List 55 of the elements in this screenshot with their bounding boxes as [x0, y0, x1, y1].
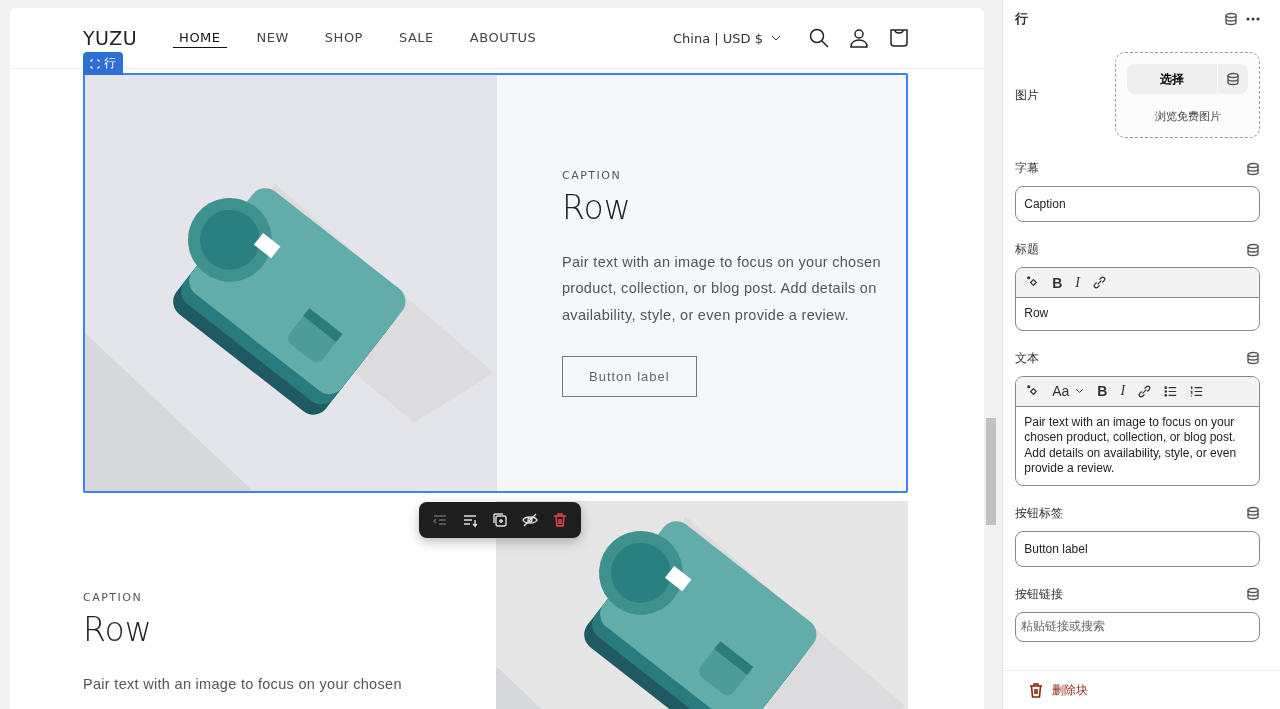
input-field[interactable]: Button label [1015, 530, 1260, 567]
database-icon[interactable] [1226, 72, 1240, 86]
user-icon[interactable] [849, 28, 869, 48]
caption-text: CAPTION [83, 591, 144, 604]
chevron-icon [771, 35, 781, 41]
field-label: 按钮标签 [1015, 504, 1064, 522]
button-label-button[interactable]: Button label [562, 356, 697, 398]
row-heading: Row [562, 187, 632, 227]
link-icon[interactable] [1091, 274, 1108, 291]
nav-link[interactable]: HOME [173, 28, 227, 48]
selection-label: 行 [104, 55, 116, 72]
database-icon[interactable] [1246, 161, 1260, 176]
field-label: 标题 [1015, 241, 1040, 258]
browse-link[interactable]: 浏览免费图片 [1148, 108, 1227, 125]
database-icon[interactable] [1246, 351, 1260, 365]
chevron-icon [1075, 388, 1085, 394]
font-button[interactable]: Aa [1050, 383, 1087, 399]
database-icon[interactable] [1224, 12, 1238, 26]
editor-text: Pair text with an image to focus on your chosen product, collection, or blog post. Add details on availability, style, or even provide a review. [1023, 413, 1238, 477]
body-text: Pair text with an image to focus on your chosen product, collection, or blog post. Add details on availability, style, or even provide a review. [562, 252, 882, 325]
bold-button[interactable]: B [1095, 383, 1110, 399]
input-field[interactable]: 粘贴链接或搜索 [1015, 611, 1260, 642]
editor-text: Row [1023, 305, 1050, 322]
rich-text-field[interactable]: B I Row [1015, 267, 1260, 331]
input-field[interactable]: Caption [1015, 186, 1260, 222]
more-icon[interactable] [1246, 17, 1260, 21]
trash-icon [1029, 682, 1044, 698]
nav-link[interactable]: ABOUTUS [463, 29, 543, 47]
caption-text: CAPTION [562, 168, 623, 182]
italic-button[interactable]: I [1118, 383, 1128, 399]
bold-button[interactable]: B [1050, 274, 1065, 291]
field-label: 按钮链接 [1015, 585, 1064, 603]
locale-selector[interactable]: China | USD $ [667, 29, 787, 47]
field-label: 字幕 [1015, 160, 1040, 177]
italic-button[interactable]: I [1073, 274, 1082, 291]
database-icon[interactable] [1246, 506, 1260, 520]
store-logo[interactable]: YUZU [83, 27, 138, 49]
field-label: 图片 [1015, 86, 1040, 104]
duplicate-icon [491, 511, 509, 529]
nav-link[interactable]: SALE [392, 29, 440, 47]
nav-link[interactable]: SHOP [318, 29, 369, 47]
database-icon[interactable] [1246, 587, 1260, 601]
rich-text-field[interactable]: Aa B I Pair text with an image to focus on your chosen product, collection, or blog post. Add details on availability, style, or even provide a review. [1015, 375, 1260, 486]
database-icon[interactable] [1246, 242, 1260, 257]
nav-link[interactable]: NEW [250, 29, 295, 47]
row-heading: Row [83, 610, 153, 649]
delete-block-button[interactable]: 删除块 [1023, 680, 1095, 700]
body-text: Pair text with an image to focus on your chosen [83, 675, 403, 694]
delete-icon [551, 511, 569, 529]
panel-title: 行 [1015, 10, 1030, 28]
search-icon[interactable] [809, 28, 829, 48]
bag-icon[interactable] [889, 28, 909, 48]
frame-icon [90, 58, 100, 69]
field-label: 文本 [1015, 349, 1040, 367]
hide-icon [521, 511, 539, 529]
